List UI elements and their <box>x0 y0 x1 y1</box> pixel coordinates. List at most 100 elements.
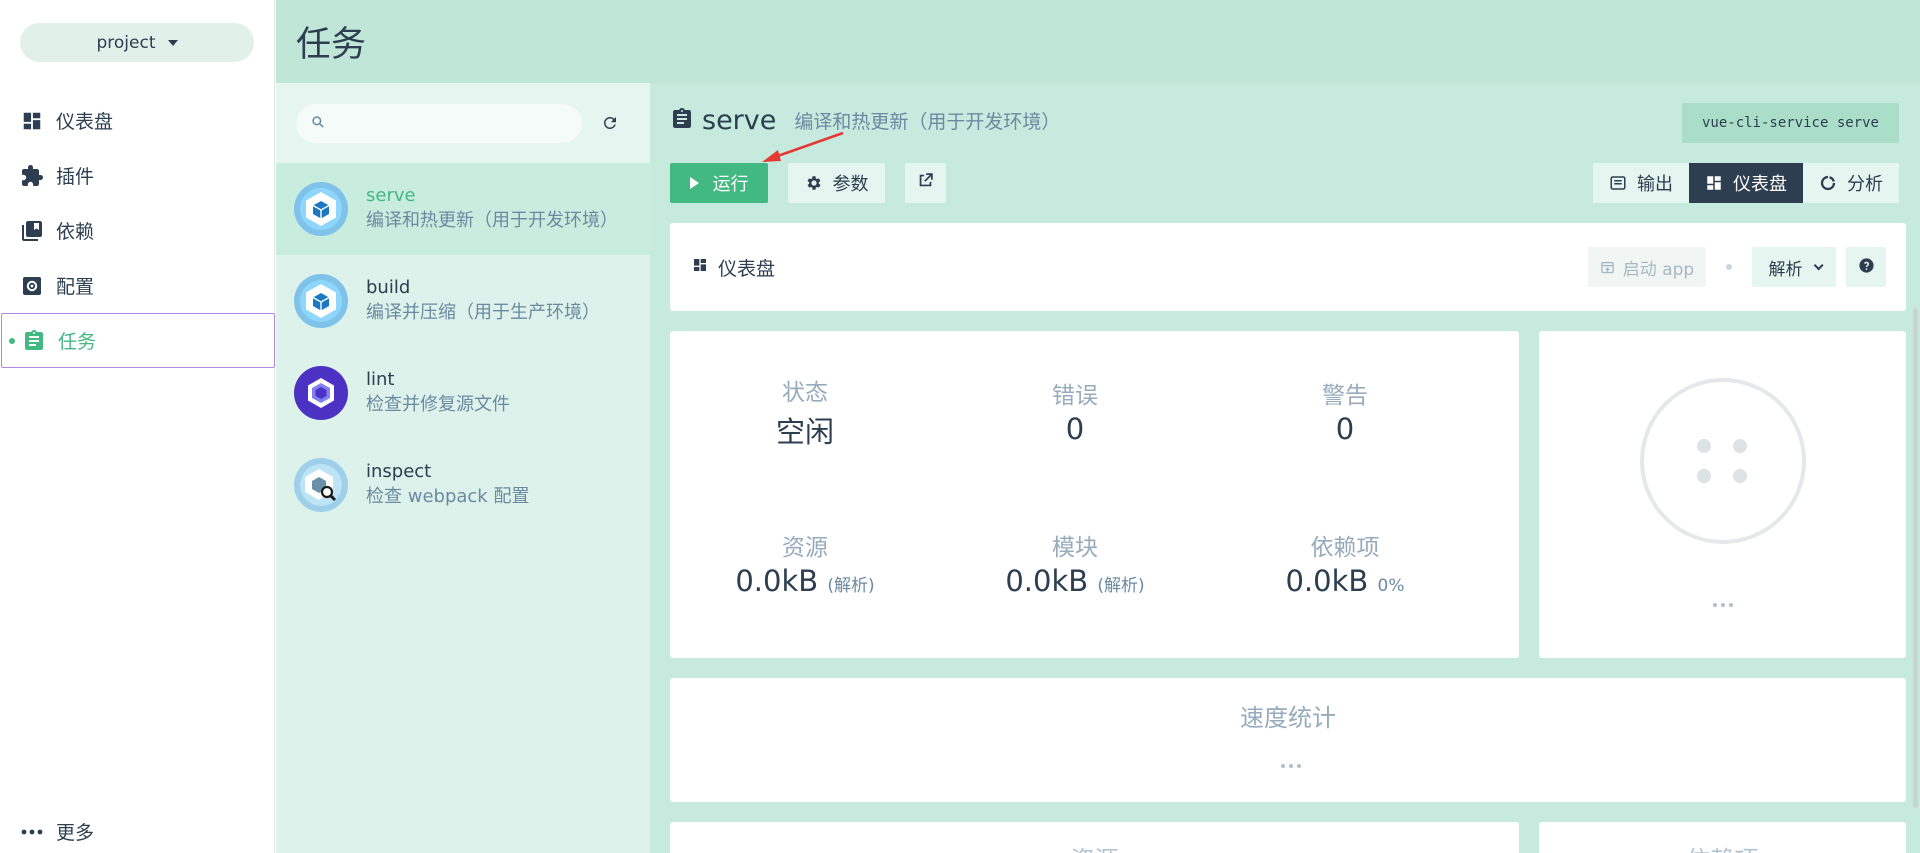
stat-dependencies: 依赖项 0.0kB 0% <box>1210 528 1480 598</box>
stat-modules: 模块 0.0kB (解析) <box>940 528 1210 598</box>
stat-label: 状态 <box>782 380 828 406</box>
dashboard-icon <box>692 257 708 277</box>
search-field[interactable] <box>296 103 582 143</box>
run-button[interactable]: 运行 <box>670 163 768 203</box>
stat-label: 模块 <box>1052 535 1098 561</box>
page-header: 任务 <box>276 0 1920 83</box>
task-item-lint[interactable]: lint 检查并修复源文件 <box>276 347 650 439</box>
task-desc: 编译并压缩（用于生产环境） <box>366 302 600 323</box>
open-app-icon <box>1600 260 1615 275</box>
open-external-button[interactable] <box>905 163 946 203</box>
puzzle-icon <box>20 164 44 188</box>
assets-card-title: 资源 <box>670 840 1519 853</box>
task-heading: serve 编译和热更新（用于开发环境） <box>670 105 1060 136</box>
open-in-new-icon <box>917 172 934 194</box>
nav-list: 仪表盘 插件 依赖 配置 任务 <box>0 93 275 368</box>
scrollbar-thumb[interactable] <box>1913 308 1918 808</box>
speed-stats-card: 速度统计 <box>670 678 1906 802</box>
parse-select[interactable]: 解析 <box>1752 247 1836 287</box>
more-horiz-icon <box>1711 603 1735 607</box>
task-desc: 检查并修复源文件 <box>366 394 510 415</box>
stat-note: (解析) <box>1097 576 1145 596</box>
stat-label: 错误 <box>1052 383 1098 409</box>
nav-more[interactable]: 更多 <box>20 818 94 845</box>
help-icon <box>1858 257 1875 278</box>
assignment-icon <box>22 329 46 353</box>
task-description: 编译和热更新（用于开发环境） <box>794 111 1061 133</box>
task-item-serve[interactable]: serve 编译和热更新（用于开发环境） <box>276 163 650 255</box>
assets-card: 资源 <box>670 822 1519 853</box>
dependencies-card-title: 依赖项 <box>1539 840 1906 853</box>
stat-value: 0.0kB <box>735 564 819 598</box>
nav-item-plugins[interactable]: 插件 <box>0 148 275 203</box>
left-nav: project 仪表盘 插件 依赖 配置 任务 更多 <box>0 0 275 853</box>
scrollbar[interactable] <box>1912 223 1920 853</box>
webpack-cube-icon <box>294 182 348 236</box>
idle-status-icon <box>1640 378 1806 544</box>
stat-value: 0.0kB <box>1285 564 1369 598</box>
play-icon <box>689 177 699 189</box>
view-output-label: 输出 <box>1637 174 1673 195</box>
nav-item-label: 仪表盘 <box>56 111 114 133</box>
stat-value: 0 <box>1065 412 1085 446</box>
dashboard-toolbar: 仪表盘 启动 app 解析 <box>670 223 1906 311</box>
task-name: lint <box>366 369 395 390</box>
task-desc: 检查 webpack 配置 <box>366 486 530 507</box>
task-desc: 编译和热更新（用于开发环境） <box>366 210 618 231</box>
params-label: 参数 <box>832 174 869 195</box>
chevron-down-icon <box>1813 259 1824 270</box>
library-icon <box>20 219 44 243</box>
settings-icon <box>20 274 44 298</box>
assignment-icon <box>670 107 694 135</box>
stat-warnings: 警告 0 <box>1210 376 1480 446</box>
task-item-build[interactable]: build 编译并压缩（用于生产环境） <box>276 255 650 347</box>
task-name: serve <box>366 185 416 206</box>
dashboard-label: 仪表盘 <box>718 257 776 280</box>
open-app-label: 启动 app <box>1622 259 1695 280</box>
eslint-icon <box>294 366 348 420</box>
view-output-button[interactable]: 输出 <box>1593 163 1689 203</box>
nav-item-dependencies[interactable]: 依赖 <box>0 203 275 258</box>
view-dashboard-button[interactable]: 仪表盘 <box>1689 163 1803 203</box>
stat-label: 警告 <box>1322 383 1368 409</box>
webpack-cube-icon <box>294 274 348 328</box>
params-button[interactable]: 参数 <box>788 163 885 203</box>
open-app-button[interactable]: 启动 app <box>1588 247 1706 287</box>
view-dashboard-label: 仪表盘 <box>1733 174 1787 195</box>
help-button[interactable] <box>1846 247 1886 287</box>
nav-item-label: 任务 <box>58 331 97 353</box>
task-list-pane: serve 编译和热更新（用于开发环境） build 编译并压缩（用于生产环境）… <box>276 83 650 853</box>
parse-select-value: 解析 <box>1768 259 1803 280</box>
status-indicator-card <box>1539 331 1906 658</box>
task-detail: serve 编译和热更新（用于开发环境） vue-cli-service ser… <box>650 83 1920 853</box>
dashboard-icon <box>1705 174 1723 192</box>
run-label: 运行 <box>712 174 749 195</box>
dashboard-actions: 启动 app 解析 <box>1588 247 1886 287</box>
stat-label: 依赖项 <box>1310 535 1380 561</box>
dependencies-card: 依赖项 <box>1539 822 1906 853</box>
stat-value: 0 <box>1335 412 1355 446</box>
caret-down-icon <box>167 39 178 46</box>
speed-stats-title: 速度统计 <box>1240 704 1336 732</box>
task-title: serve <box>702 105 777 136</box>
stat-errors: 错误 0 <box>940 376 1210 446</box>
refresh-icon[interactable] <box>598 111 622 135</box>
task-name: inspect <box>366 461 432 482</box>
search-input[interactable] <box>335 114 575 132</box>
nav-item-label: 配置 <box>56 276 95 298</box>
nav-item-label: 依赖 <box>56 221 95 243</box>
stat-status: 状态 空闲 <box>670 373 940 451</box>
stat-label: 资源 <box>782 535 828 561</box>
nav-item-dashboard[interactable]: 仪表盘 <box>0 93 275 148</box>
nav-item-tasks[interactable]: 任务 <box>1 313 275 368</box>
stat-assets: 资源 0.0kB (解析) <box>670 528 940 598</box>
nav-item-config[interactable]: 配置 <box>0 258 275 313</box>
project-name: project <box>96 32 156 53</box>
project-selector[interactable]: project <box>20 23 254 62</box>
donut-icon <box>1819 174 1837 192</box>
page-title: 任务 <box>296 25 367 65</box>
view-analyze-label: 分析 <box>1847 174 1883 195</box>
build-stats-card: 状态 空闲 错误 0 警告 0 资源 0.0kB (解析) 模块 0.0kB (… <box>670 331 1519 658</box>
task-item-inspect[interactable]: inspect 检查 webpack 配置 <box>276 439 650 531</box>
view-analyze-button[interactable]: 分析 <box>1803 163 1899 203</box>
